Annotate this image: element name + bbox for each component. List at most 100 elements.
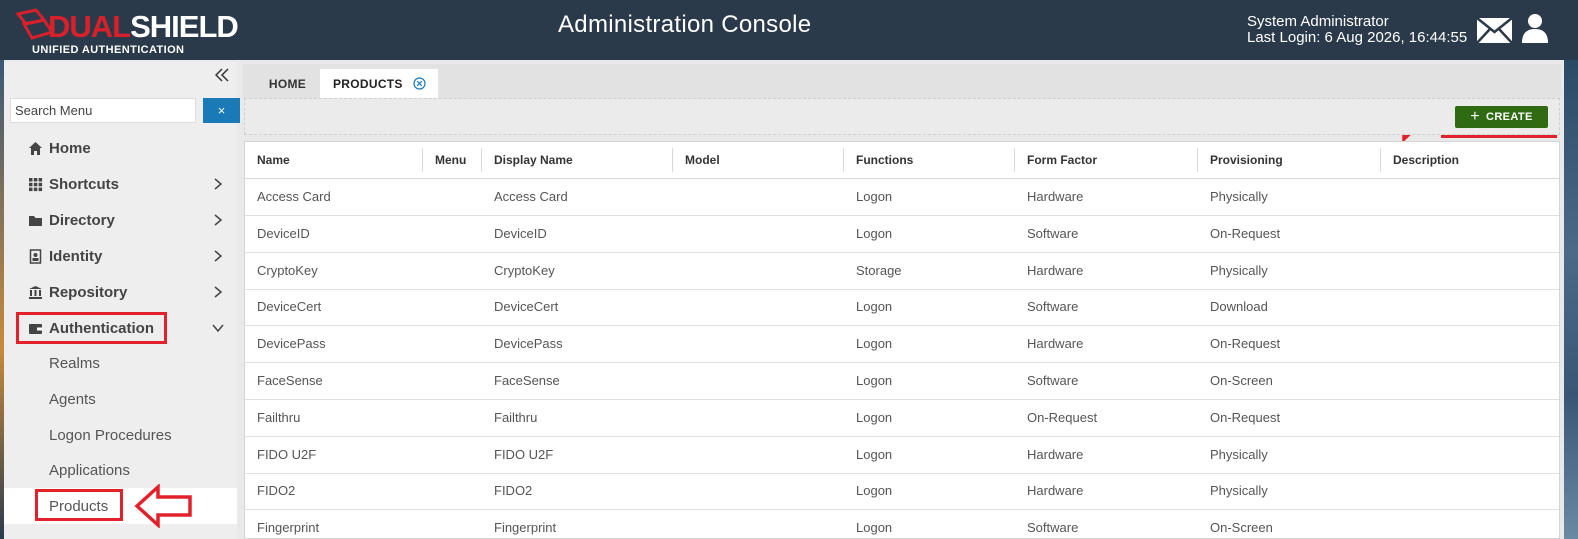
cell-functions: Logon — [856, 446, 893, 462]
cell-description — [1381, 436, 1559, 473]
logo-tagline: UNIFIED AUTHENTICATION — [32, 44, 185, 56]
cell-model — [673, 399, 844, 436]
cell-functions: Logon — [856, 483, 893, 499]
cell-functions: Logon — [856, 336, 893, 352]
cell-menu — [423, 362, 482, 399]
cell-form-factor: Hardware — [1027, 483, 1084, 499]
logo-prefix: DUAL — [48, 9, 131, 44]
mail-icon[interactable] — [1476, 17, 1513, 44]
sidebar-subitem-label: Logon Procedures — [49, 426, 172, 444]
column-header-description[interactable]: Description — [1381, 142, 1559, 178]
sidebar-subitem-logon-procedures[interactable]: Logon Procedures — [4, 417, 237, 453]
cell-description — [1381, 362, 1559, 399]
search-clear-button[interactable]: × — [203, 98, 240, 123]
sidebar-item-directory[interactable]: Directory — [4, 202, 237, 238]
table-row[interactable]: FaceSense FaceSense Logon Software On-Screen — [245, 362, 1559, 400]
column-header-form-factor[interactable]: Form Factor — [1015, 148, 1198, 172]
cell-name: DeviceID — [257, 225, 310, 241]
sidebar-subitem-agents[interactable]: Agents — [4, 381, 237, 417]
column-header-menu[interactable]: Menu — [423, 148, 482, 172]
cell-form-factor: On-Request — [1027, 409, 1098, 425]
column-header-provisioning[interactable]: Provisioning — [1198, 148, 1381, 172]
search-menu: × — [10, 98, 240, 123]
sidebar-subitem-applications[interactable]: Applications — [4, 452, 237, 488]
cell-display-name: Failthru — [494, 409, 538, 425]
cell-provisioning: On-Request — [1210, 336, 1281, 352]
cell-menu — [423, 252, 482, 289]
cell-provisioning: Download — [1210, 299, 1268, 315]
tab-home[interactable]: HOME — [251, 69, 324, 98]
close-tab-icon[interactable] — [413, 77, 426, 90]
cell-provisioning: Physically — [1210, 446, 1268, 462]
cell-description — [1381, 252, 1559, 289]
cell-display-name: DevicePass — [494, 336, 563, 352]
sidebar-subitem-realms[interactable]: Realms — [4, 345, 237, 381]
table-row[interactable]: Access Card Access Card Logon Hardware Physi… — [245, 178, 1559, 216]
table-row[interactable]: CryptoKey CryptoKey Storage Hardware Physica… — [245, 252, 1559, 290]
cell-display-name: Access Card — [494, 189, 568, 204]
sidebar-subitem-label: Applications — [49, 461, 130, 479]
table-row[interactable]: FIDO U2F FIDO U2F Logon Hardware Physically — [245, 436, 1559, 474]
search-input[interactable] — [10, 98, 196, 123]
cell-functions: Logon — [856, 299, 893, 315]
sidebar-item-shortcuts[interactable]: Shortcuts — [4, 166, 237, 202]
cell-display-name: DeviceCert — [494, 299, 559, 315]
cell-display-name: FaceSense — [494, 373, 560, 388]
cell-functions: Logon — [856, 225, 893, 241]
desktop-background-right — [1564, 60, 1578, 539]
cell-form-factor: Software — [1027, 299, 1079, 315]
cell-menu — [423, 325, 482, 362]
cell-provisioning: On-Screen — [1210, 520, 1273, 536]
cell-description — [1381, 399, 1559, 436]
column-header-model[interactable]: Model — [673, 148, 844, 172]
sidebar-item-repository[interactable]: Repository — [4, 274, 237, 310]
collapse-sidebar-icon[interactable] — [215, 68, 229, 82]
cell-menu — [423, 472, 482, 509]
cell-display-name: Fingerprint — [494, 520, 557, 536]
user-icon[interactable] — [1521, 13, 1549, 43]
chevron-down-icon — [212, 324, 224, 333]
logo-text: DUALSHIELD — [48, 9, 239, 44]
sidebar-item-identity[interactable]: Identity — [4, 238, 237, 274]
sidebar-item-label: Shortcuts — [49, 175, 120, 193]
sidebar-item-label: Home — [49, 139, 91, 157]
table-header: Name Menu Display Name Model Functions F… — [245, 142, 1559, 179]
table-row[interactable]: Failthru Failthru Logon On-Request On-Reques… — [245, 399, 1559, 437]
table-row[interactable]: FIDO2 FIDO2 Logon Hardware Physically — [245, 472, 1559, 511]
grid-icon — [29, 177, 43, 191]
cell-menu — [423, 215, 482, 252]
cell-description — [1381, 178, 1559, 215]
tab-bar: HOME PRODUCTS — [243, 64, 1561, 98]
cell-menu — [423, 288, 482, 325]
chevron-right-icon — [214, 178, 223, 190]
cell-menu — [423, 509, 482, 538]
cell-description — [1381, 288, 1559, 325]
table-row[interactable]: Fingerprint Fingerprint Logon Software On-Sc… — [245, 509, 1559, 538]
cell-display-name: FIDO2 — [494, 483, 533, 499]
cell-form-factor: Software — [1027, 373, 1079, 388]
cell-model — [673, 509, 844, 538]
create-button-label: CREATE — [1485, 111, 1533, 123]
sidebar-item-home[interactable]: Home — [4, 130, 237, 166]
cell-model — [673, 472, 844, 509]
cell-description — [1381, 325, 1559, 362]
cell-form-factor: Hardware — [1027, 446, 1084, 462]
cell-functions: Logon — [856, 189, 893, 204]
sidebar: × Home Shortcuts Directory Identity Repo… — [4, 62, 240, 539]
column-header-functions[interactable]: Functions — [844, 148, 1015, 172]
user-name: System Administrator — [1247, 13, 1389, 30]
cell-functions: Logon — [856, 409, 893, 425]
dualshield-logo[interactable]: DUALSHIELD UNIFIED AUTHENTICATION — [14, 6, 239, 56]
table-row[interactable]: DeviceID DeviceID Logon Software On-Request — [245, 215, 1559, 253]
table-row[interactable]: DeviceCert DeviceCert Logon Software Downloa… — [245, 288, 1559, 327]
highlight-authentication — [16, 312, 167, 344]
cell-provisioning: Physically — [1210, 483, 1268, 499]
tab-products[interactable]: PRODUCTS — [320, 69, 438, 98]
cell-name: FaceSense — [257, 373, 323, 388]
table-row[interactable]: DevicePass DevicePass Logon Hardware On-Requ… — [245, 325, 1559, 364]
column-header-display-name[interactable]: Display Name — [482, 148, 673, 172]
column-header-name[interactable]: Name — [245, 148, 423, 172]
create-button[interactable]: + CREATE — [1455, 106, 1548, 128]
chevron-right-icon — [214, 214, 223, 226]
cell-description — [1381, 472, 1559, 509]
